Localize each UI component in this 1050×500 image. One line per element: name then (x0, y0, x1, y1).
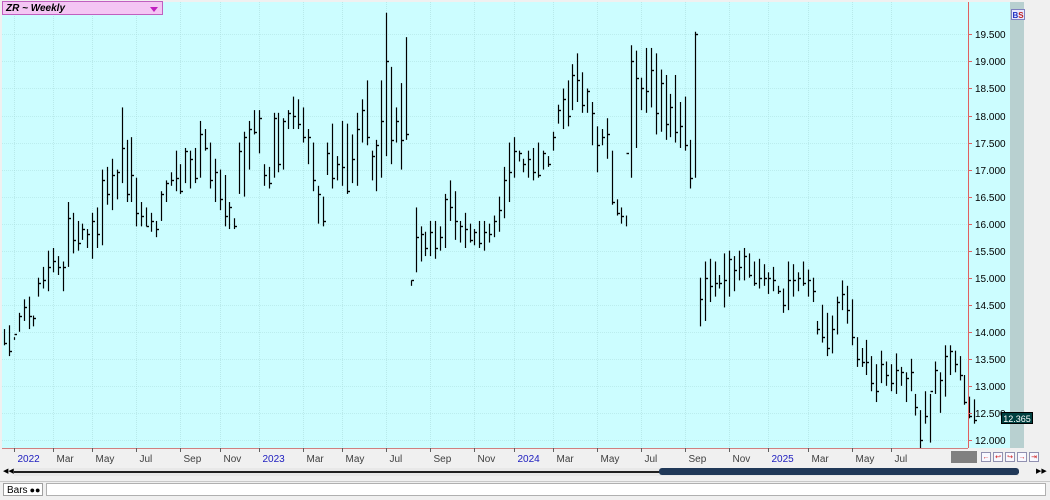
x-tick-label: Sep (184, 454, 202, 465)
y-tick-label: 17.000 (975, 166, 1006, 177)
y-tick-label: 19.500 (975, 30, 1006, 41)
x-tick-label: May (96, 454, 115, 465)
y-tick-label: 14.500 (975, 301, 1006, 312)
chart-plot-area: 12.00012.50013.00013.50014.00014.50015.0… (2, 2, 1010, 465)
x-tick-label: May (601, 454, 620, 465)
toggle-icon[interactable]: ●● (30, 485, 41, 495)
y-tick-label: 13.500 (975, 355, 1006, 366)
time-axis-corner (951, 451, 977, 463)
symbol-title: ZR ~ Weekly (6, 3, 66, 14)
y-tick-label: 18.500 (975, 84, 1006, 95)
x-tick-label: 2025 (772, 454, 795, 465)
x-tick-label: May (346, 454, 365, 465)
y-tick-label: 18.000 (975, 112, 1006, 123)
chart-style-label: Bars (7, 485, 28, 496)
bottom-input-field[interactable] (46, 483, 1046, 496)
nav-next-icon[interactable]: ↪ (1005, 452, 1015, 462)
x-tick-label: May (856, 454, 875, 465)
x-tick-label: Nov (733, 454, 751, 465)
x-tick-label: 2023 (263, 454, 286, 465)
scroll-right-icon[interactable]: ▶▶ (1036, 467, 1047, 477)
x-tick-label: Sep (689, 454, 707, 465)
x-tick-label: Nov (224, 454, 242, 465)
buy-sell-icon[interactable]: BS (1011, 9, 1025, 20)
symbol-selector[interactable]: ZR ~ Weekly (2, 1, 163, 15)
y-tick-label: 19.000 (975, 57, 1006, 68)
nav-prev-icon[interactable]: ↩ (993, 452, 1003, 462)
x-tick-label: Nov (478, 454, 496, 465)
x-tick-label: Jul (390, 454, 403, 465)
x-tick-label: Jul (140, 454, 153, 465)
nav-last-icon[interactable]: ⇥ (1029, 452, 1039, 462)
horizontal-scrollbar[interactable] (14, 468, 1019, 476)
scrollbar-thumb[interactable] (659, 468, 1019, 475)
x-tick-label: Mar (57, 454, 75, 465)
y-tick-label: 14.000 (975, 328, 1006, 339)
y-tick-label: 16.000 (975, 220, 1006, 231)
y-tick-label: 12.000 (975, 436, 1006, 447)
last-price-tag: 12.365 (1001, 412, 1033, 424)
chart-style-selector[interactable]: Bars ●● (3, 483, 43, 496)
dropdown-arrow-icon[interactable] (150, 7, 158, 12)
x-tick-label: Mar (557, 454, 575, 465)
y-tick-label: 15.000 (975, 274, 1006, 285)
right-side-strip (1010, 2, 1024, 448)
scroll-left-icon[interactable]: ◀◀ (3, 467, 14, 477)
x-tick-label: Mar (812, 454, 830, 465)
y-tick-label: 17.500 (975, 139, 1006, 150)
y-tick-label: 16.500 (975, 193, 1006, 204)
nav-jump-icon[interactable]: → (1017, 452, 1027, 462)
x-tick-label: Jul (895, 454, 908, 465)
x-tick-label: 2022 (18, 454, 41, 465)
time-axis: 2022 Mar May Jul Sep Nov 2023 Mar May Jul Sep Nov 20… (14, 448, 908, 465)
y-tick-label: 15.500 (975, 247, 1006, 258)
x-tick-label: Mar (307, 454, 325, 465)
x-tick-label: Jul (645, 454, 658, 465)
nav-first-icon[interactable]: ← (981, 452, 991, 462)
y-tick-label: 13.000 (975, 382, 1006, 393)
x-tick-label: Sep (434, 454, 452, 465)
sell-letter: S (1018, 11, 1024, 20)
x-tick-label: 2024 (518, 454, 541, 465)
